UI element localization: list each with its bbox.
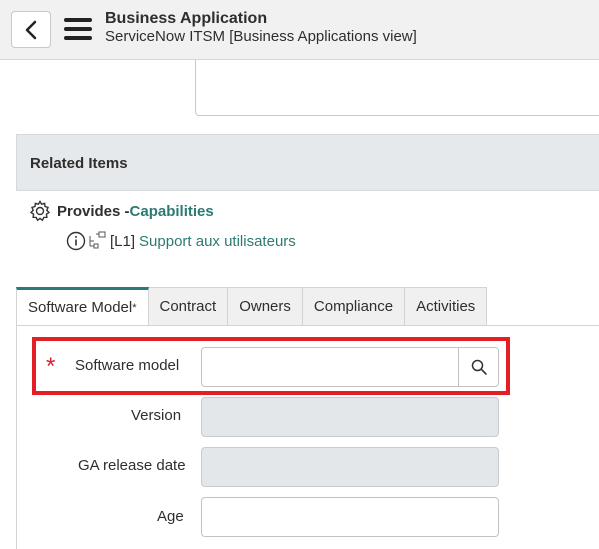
info-icon[interactable] <box>66 231 86 251</box>
tab-owners[interactable]: Owners <box>228 287 303 326</box>
gear-icon[interactable] <box>28 199 52 223</box>
version-field <box>201 397 499 437</box>
description-textarea[interactable] <box>195 60 599 116</box>
capability-link[interactable]: Support aux utilisateurs <box>139 233 296 250</box>
software-model-label: Software model <box>75 357 180 374</box>
tab-activities[interactable]: Activities <box>405 287 488 326</box>
capability-level: [L1] <box>110 232 136 250</box>
form-header: Business Application ServiceNow ITSM [Bu… <box>0 0 599 60</box>
tab-panel-border <box>16 325 17 549</box>
tab-label: Software Model <box>28 299 133 316</box>
ga-release-date-field <box>201 447 499 487</box>
age-input[interactable] <box>201 497 499 537</box>
back-button[interactable] <box>11 11 51 48</box>
form-tabs: Software Model * Contract Owners Complian… <box>16 287 488 326</box>
capabilities-link[interactable]: Capabilities <box>130 203 214 220</box>
chevron-left-icon <box>25 20 37 39</box>
tab-contract[interactable]: Contract <box>148 287 229 326</box>
software-model-input[interactable] <box>201 347 499 387</box>
tab-software-model[interactable]: Software Model * <box>16 287 149 326</box>
tab-label: Activities <box>416 298 476 315</box>
ga-release-date-label: GA release date <box>78 457 186 474</box>
tab-label: Compliance <box>313 298 394 315</box>
tab-label: Owners <box>239 298 291 315</box>
header-titles: Business Application ServiceNow ITSM [Bu… <box>105 10 417 46</box>
tab-divider <box>16 325 599 326</box>
page-subtitle: ServiceNow ITSM [Business Applications v… <box>105 28 417 45</box>
tab-compliance[interactable]: Compliance <box>302 287 406 326</box>
required-icon: * <box>46 353 56 380</box>
hamburger-menu-icon[interactable] <box>64 18 92 40</box>
provides-row: Provides - Capabilities <box>28 199 214 223</box>
required-mark: * <box>132 301 137 314</box>
lookup-button[interactable] <box>458 348 498 386</box>
tab-label: Contract <box>159 298 217 315</box>
related-items-section: Related Items <box>16 134 599 191</box>
capability-row: [L1] Support aux utilisateurs <box>66 230 296 252</box>
provides-label: Provides - <box>57 202 130 220</box>
page-title: Business Application <box>105 10 268 27</box>
related-items-heading: Related Items <box>30 155 128 172</box>
hierarchy-icon <box>89 231 106 249</box>
search-icon <box>471 359 487 375</box>
age-label: Age <box>157 508 184 525</box>
version-label: Version <box>131 407 182 424</box>
